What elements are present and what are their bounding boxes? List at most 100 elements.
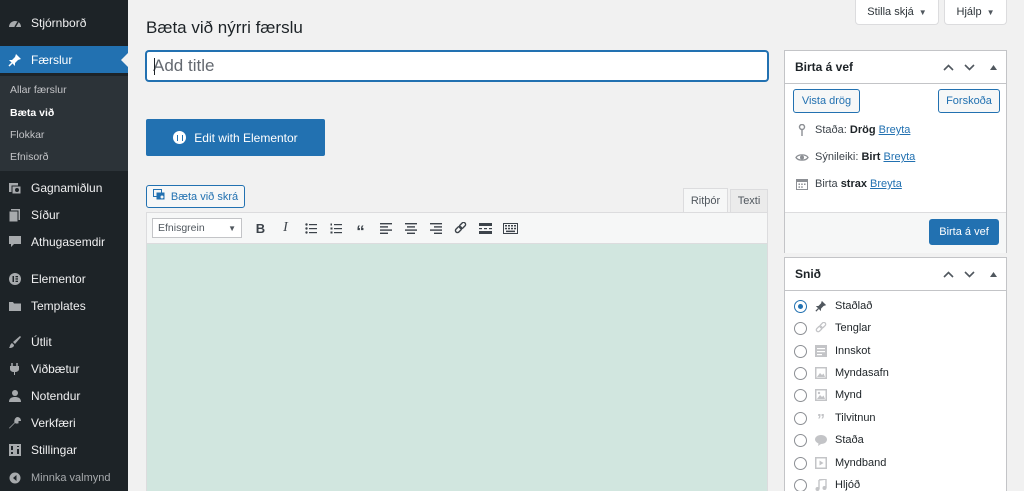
settings-icon bbox=[5, 443, 25, 457]
eye-icon bbox=[795, 153, 809, 162]
menu-item-tools[interactable]: Verkfæri bbox=[0, 409, 128, 436]
help-label: Hjálp bbox=[956, 6, 982, 18]
menu-item-plugins[interactable]: Viðbætur bbox=[0, 355, 128, 382]
chevron-up-icon bbox=[942, 64, 954, 71]
align-left-button[interactable] bbox=[373, 216, 398, 240]
screen-options-button[interactable]: Stilla skjá ▼ bbox=[855, 0, 939, 25]
content-editor[interactable] bbox=[146, 244, 768, 491]
menu-item-appearance[interactable]: Útlit bbox=[0, 328, 128, 355]
triangle-up-icon bbox=[989, 272, 997, 277]
radio-button[interactable] bbox=[794, 411, 807, 425]
tab-visual[interactable]: Ritþór bbox=[683, 188, 728, 212]
align-center-icon bbox=[404, 222, 417, 234]
menu-item-label: Gagnamiðlun bbox=[31, 180, 103, 195]
radio-button[interactable] bbox=[794, 321, 807, 335]
chevron-up-icon bbox=[942, 271, 954, 278]
submenu-categories[interactable]: Flokkar bbox=[10, 129, 44, 141]
edit-visibility-link[interactable]: Breyta bbox=[883, 151, 915, 163]
move-down-button[interactable] bbox=[960, 258, 978, 291]
move-down-button[interactable] bbox=[960, 51, 978, 84]
status-value: Drög bbox=[849, 124, 876, 136]
post-title-field[interactable] bbox=[146, 51, 768, 81]
menu-item-dashboard[interactable]: Stjórnborð bbox=[0, 9, 128, 36]
menu-item-label: Elementor bbox=[31, 271, 86, 286]
elementor-icon bbox=[173, 131, 187, 144]
publish-box: Birta á vef Vista drög Forskoða Staða: D… bbox=[784, 50, 1007, 253]
toolbar-toggle-button[interactable] bbox=[498, 216, 523, 240]
publish-box-header: Birta á vef bbox=[785, 51, 1006, 84]
help-button[interactable]: Hjálp ▼ bbox=[944, 0, 1007, 25]
edit-with-elementor-button[interactable]: Edit with Elementor bbox=[146, 119, 325, 156]
format-box: Snið Staðlað Tenglar Innskot Myndasafn M… bbox=[784, 257, 1007, 491]
menu-item-media[interactable]: Gagnamiðlun bbox=[0, 174, 128, 201]
preview-button[interactable]: Forskoða bbox=[938, 89, 1000, 113]
add-media-button[interactable]: Bæta við skrá bbox=[146, 185, 245, 208]
align-left-icon bbox=[379, 222, 392, 234]
move-up-button[interactable] bbox=[939, 51, 957, 84]
menu-item-comments[interactable]: Athugasemdir bbox=[0, 228, 128, 255]
read-more-button[interactable] bbox=[473, 216, 498, 240]
align-center-button[interactable] bbox=[398, 216, 423, 240]
format-box-header: Snið bbox=[785, 258, 1006, 291]
format-option-aside[interactable]: Innskot bbox=[794, 342, 870, 360]
format-option-image[interactable]: Mynd bbox=[794, 386, 862, 404]
submenu-add-new[interactable]: Bæta við bbox=[10, 107, 54, 119]
edit-schedule-link[interactable]: Breyta bbox=[870, 178, 902, 190]
bold-icon: B bbox=[255, 220, 266, 236]
menu-item-label: Athugasemdir bbox=[31, 234, 106, 249]
editor-toolbar: Efnisgrein ▼ B I “ bbox=[146, 212, 768, 244]
format-option-audio[interactable]: Hljóð bbox=[794, 476, 860, 491]
comments-icon bbox=[5, 235, 25, 249]
radio-button[interactable] bbox=[794, 344, 807, 358]
radio-button[interactable] bbox=[794, 388, 807, 402]
format-option-quote[interactable]: ” Tilvitnun bbox=[794, 409, 876, 429]
radio-button[interactable] bbox=[794, 299, 807, 313]
format-option-standard[interactable]: Staðlað bbox=[794, 297, 872, 315]
save-draft-button[interactable]: Vista drög bbox=[793, 89, 860, 113]
tab-text[interactable]: Texti bbox=[730, 189, 768, 212]
toggle-panel-button[interactable] bbox=[985, 258, 1001, 291]
triangle-up-icon bbox=[989, 65, 997, 70]
collapse-menu-button[interactable]: Minnka valmynd bbox=[0, 468, 128, 488]
menu-item-label: Stillingar bbox=[31, 442, 78, 457]
toggle-panel-button[interactable] bbox=[985, 51, 1001, 84]
radio-button[interactable] bbox=[794, 433, 807, 447]
menu-item-users[interactable]: Notendur bbox=[0, 382, 128, 409]
paragraph-format-select[interactable]: Efnisgrein ▼ bbox=[152, 218, 242, 238]
media-icon bbox=[5, 181, 25, 195]
format-option-gallery[interactable]: Myndasafn bbox=[794, 364, 889, 382]
post-schedule-row: Birta strax Breyta bbox=[795, 178, 902, 190]
radio-button[interactable] bbox=[794, 366, 807, 380]
insert-link-button[interactable] bbox=[448, 216, 473, 240]
bulleted-list-button[interactable] bbox=[298, 216, 323, 240]
move-up-button[interactable] bbox=[939, 258, 957, 291]
posts-submenu: Allar færslur Bæta við Flokkar Efnisorð bbox=[0, 76, 128, 171]
bold-button[interactable]: B bbox=[248, 216, 273, 240]
menu-item-label: Templates bbox=[31, 298, 86, 313]
format-option-video[interactable]: Myndband bbox=[794, 454, 886, 472]
format-option-link[interactable]: Tenglar bbox=[794, 319, 871, 337]
menu-item-settings[interactable]: Stillingar bbox=[0, 436, 128, 463]
menu-item-pages[interactable]: Síður bbox=[0, 201, 128, 228]
format-option-status[interactable]: Staða bbox=[794, 431, 864, 449]
publish-button[interactable]: Birta á vef bbox=[929, 219, 999, 245]
numbered-list-button[interactable] bbox=[323, 216, 348, 240]
visibility-value: Birt bbox=[861, 151, 881, 163]
align-right-button[interactable] bbox=[423, 216, 448, 240]
radio-button[interactable] bbox=[794, 478, 807, 491]
publish-actions: Birta á vef bbox=[785, 212, 1006, 253]
submenu-tags[interactable]: Efnisorð bbox=[10, 151, 49, 163]
menu-item-elementor[interactable]: Elementor bbox=[0, 265, 128, 292]
edit-status-link[interactable]: Breyta bbox=[879, 124, 911, 136]
menu-item-posts[interactable]: Færslur bbox=[0, 46, 128, 73]
menu-item-templates[interactable]: Templates bbox=[0, 292, 128, 319]
publish-box-title: Birta á vef bbox=[795, 60, 854, 74]
post-title-input[interactable] bbox=[153, 56, 767, 76]
format-select-value: Efnisgrein bbox=[158, 222, 205, 234]
blockquote-button[interactable]: “ bbox=[348, 216, 373, 240]
submenu-all-posts[interactable]: Allar færslur bbox=[10, 84, 67, 96]
italic-button[interactable]: I bbox=[273, 216, 298, 240]
folder-icon bbox=[5, 299, 25, 313]
link-icon bbox=[814, 322, 828, 334]
radio-button[interactable] bbox=[794, 456, 807, 470]
